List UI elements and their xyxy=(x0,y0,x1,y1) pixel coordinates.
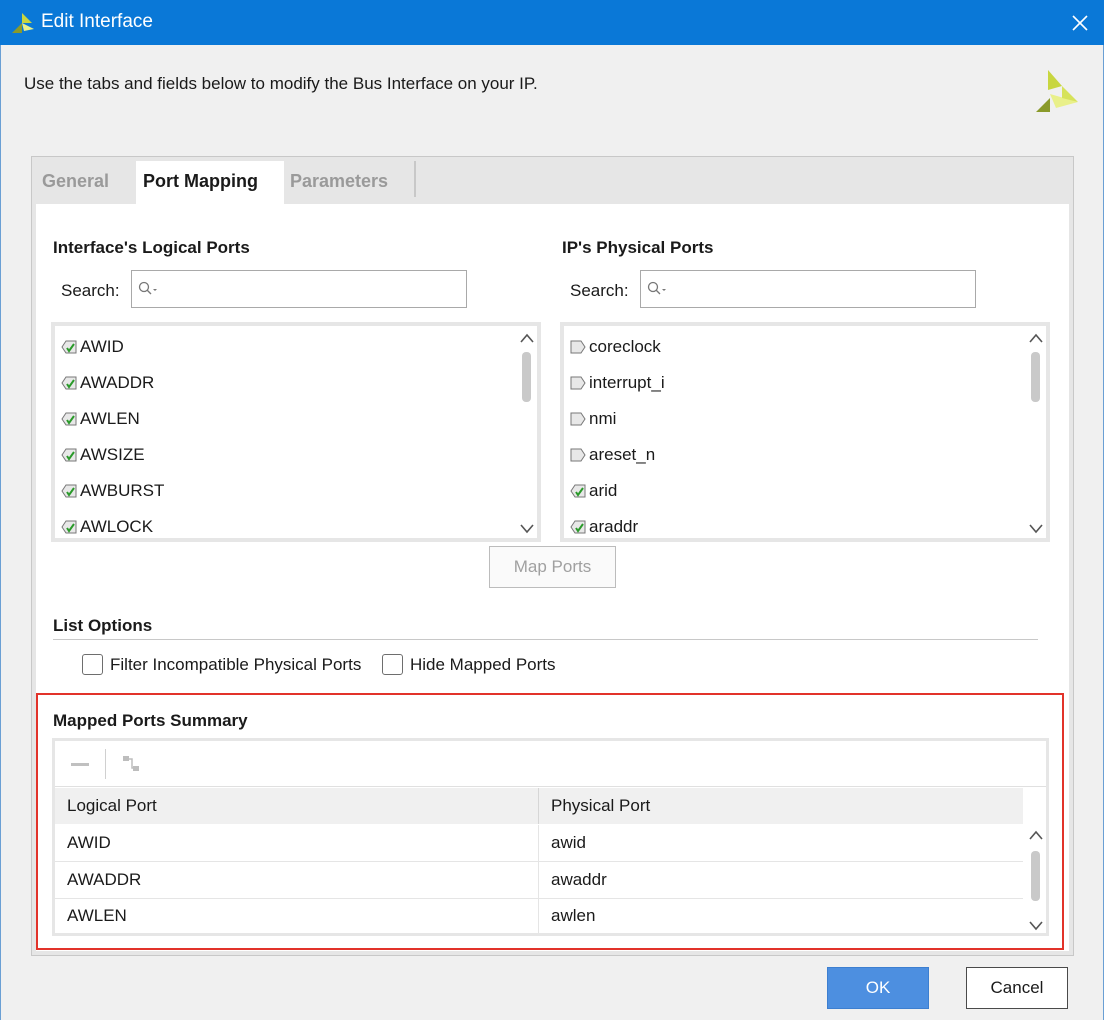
physical-search-input[interactable] xyxy=(640,270,976,308)
list-item[interactable]: AWADDR xyxy=(61,368,154,398)
hide-mapped-label[interactable]: Hide Mapped Ports xyxy=(410,655,556,675)
port-mapped-icon xyxy=(61,412,77,426)
toolbar-separator xyxy=(105,749,106,779)
column-header-physical[interactable]: Physical Port xyxy=(539,788,1023,824)
tab-parameters[interactable]: Parameters xyxy=(290,161,410,204)
list-item[interactable]: AWSIZE xyxy=(61,440,145,470)
filter-incompatible-checkbox[interactable] xyxy=(82,654,103,675)
logical-search-label: Search: xyxy=(61,281,120,300)
logical-cell: AWADDR xyxy=(55,862,539,898)
physical-cell: awid xyxy=(551,833,586,852)
logical-cell: AWLEN xyxy=(55,899,539,933)
port-mapped-icon xyxy=(61,520,77,534)
port-mapped-icon xyxy=(570,520,586,534)
list-item[interactable]: nmi xyxy=(570,404,616,434)
vivado-logo xyxy=(1036,70,1078,112)
list-item[interactable]: araddr xyxy=(570,512,638,538)
tab-separator xyxy=(414,161,416,197)
scroll-up-icon[interactable] xyxy=(1028,332,1044,344)
logical-cell: AWID xyxy=(55,825,539,861)
intro-text: Use the tabs and fields below to modify … xyxy=(24,74,538,93)
remove-icon[interactable] xyxy=(69,757,91,771)
hide-mapped-checkbox[interactable] xyxy=(382,654,403,675)
window-title: Edit Interface xyxy=(41,11,153,32)
scroll-down-icon[interactable] xyxy=(519,522,535,534)
physical-ports-title: IP's Physical Ports xyxy=(562,238,714,257)
list-item[interactable]: interrupt_i xyxy=(570,368,665,398)
table-header: Logical Port Physical Port xyxy=(55,788,1023,824)
scroll-thumb[interactable] xyxy=(522,352,531,402)
ok-button[interactable]: OK xyxy=(827,967,929,1009)
summary-scrollbar[interactable] xyxy=(1026,825,1046,933)
list-item[interactable]: AWLEN xyxy=(61,404,140,434)
physical-ports-list[interactable]: coreclock interrupt_i nmi areset_n arid … xyxy=(560,322,1050,542)
list-item[interactable]: coreclock xyxy=(570,332,661,362)
list-item[interactable]: arid xyxy=(570,476,617,506)
filter-incompatible-label[interactable]: Filter Incompatible Physical Ports xyxy=(110,655,361,675)
auto-connect-icon[interactable] xyxy=(121,754,141,774)
port-mapped-icon xyxy=(61,376,77,390)
port-icon xyxy=(570,340,586,354)
list-options-divider xyxy=(53,639,1038,640)
cancel-button[interactable]: Cancel xyxy=(966,967,1068,1009)
tab-port-mapping[interactable]: Port Mapping xyxy=(136,161,284,204)
list-options-title: List Options xyxy=(53,616,153,635)
summary-toolbar xyxy=(55,741,1046,787)
scroll-thumb[interactable] xyxy=(1031,352,1040,402)
port-mapped-icon xyxy=(570,484,586,498)
search-icon xyxy=(138,281,157,295)
list-item[interactable]: areset_n xyxy=(570,440,655,470)
port-mapped-icon xyxy=(61,448,77,462)
physical-cell: awlen xyxy=(551,906,596,925)
list-item[interactable]: AWBURST xyxy=(61,476,164,506)
title-bar: Edit Interface xyxy=(0,0,1104,45)
port-icon xyxy=(570,448,586,462)
scroll-thumb[interactable] xyxy=(1031,851,1040,901)
map-ports-button[interactable]: Map Ports xyxy=(489,546,616,588)
close-icon[interactable] xyxy=(1066,9,1094,37)
logical-list-scrollbar[interactable] xyxy=(517,326,537,538)
scroll-up-icon[interactable] xyxy=(1028,829,1044,841)
logical-ports-title: Interface's Logical Ports xyxy=(53,238,250,257)
mapped-ports-summary-title: Mapped Ports Summary xyxy=(53,711,248,730)
list-item[interactable]: AWID xyxy=(61,332,124,362)
physical-cell: awaddr xyxy=(551,870,607,889)
search-icon xyxy=(647,281,666,295)
list-item[interactable]: AWLOCK xyxy=(61,512,153,538)
port-icon xyxy=(570,412,586,426)
logical-search-input[interactable] xyxy=(131,270,467,308)
logical-ports-list[interactable]: AWID AWADDR AWLEN AWSIZE AWBURST AWLOCK xyxy=(51,322,541,542)
scroll-down-icon[interactable] xyxy=(1028,919,1044,931)
port-mapped-icon xyxy=(61,340,77,354)
vivado-app-icon xyxy=(12,13,34,33)
physical-search-label: Search: xyxy=(570,281,629,300)
port-mapped-icon xyxy=(61,484,77,498)
physical-list-scrollbar[interactable] xyxy=(1026,326,1046,538)
tab-general[interactable]: General xyxy=(42,161,132,204)
column-header-logical[interactable]: Logical Port xyxy=(55,788,539,824)
scroll-up-icon[interactable] xyxy=(519,332,535,344)
scroll-down-icon[interactable] xyxy=(1028,522,1044,534)
mapped-ports-table: Logical Port Physical Port AWID awid AWA… xyxy=(52,738,1049,936)
port-icon xyxy=(570,376,586,390)
